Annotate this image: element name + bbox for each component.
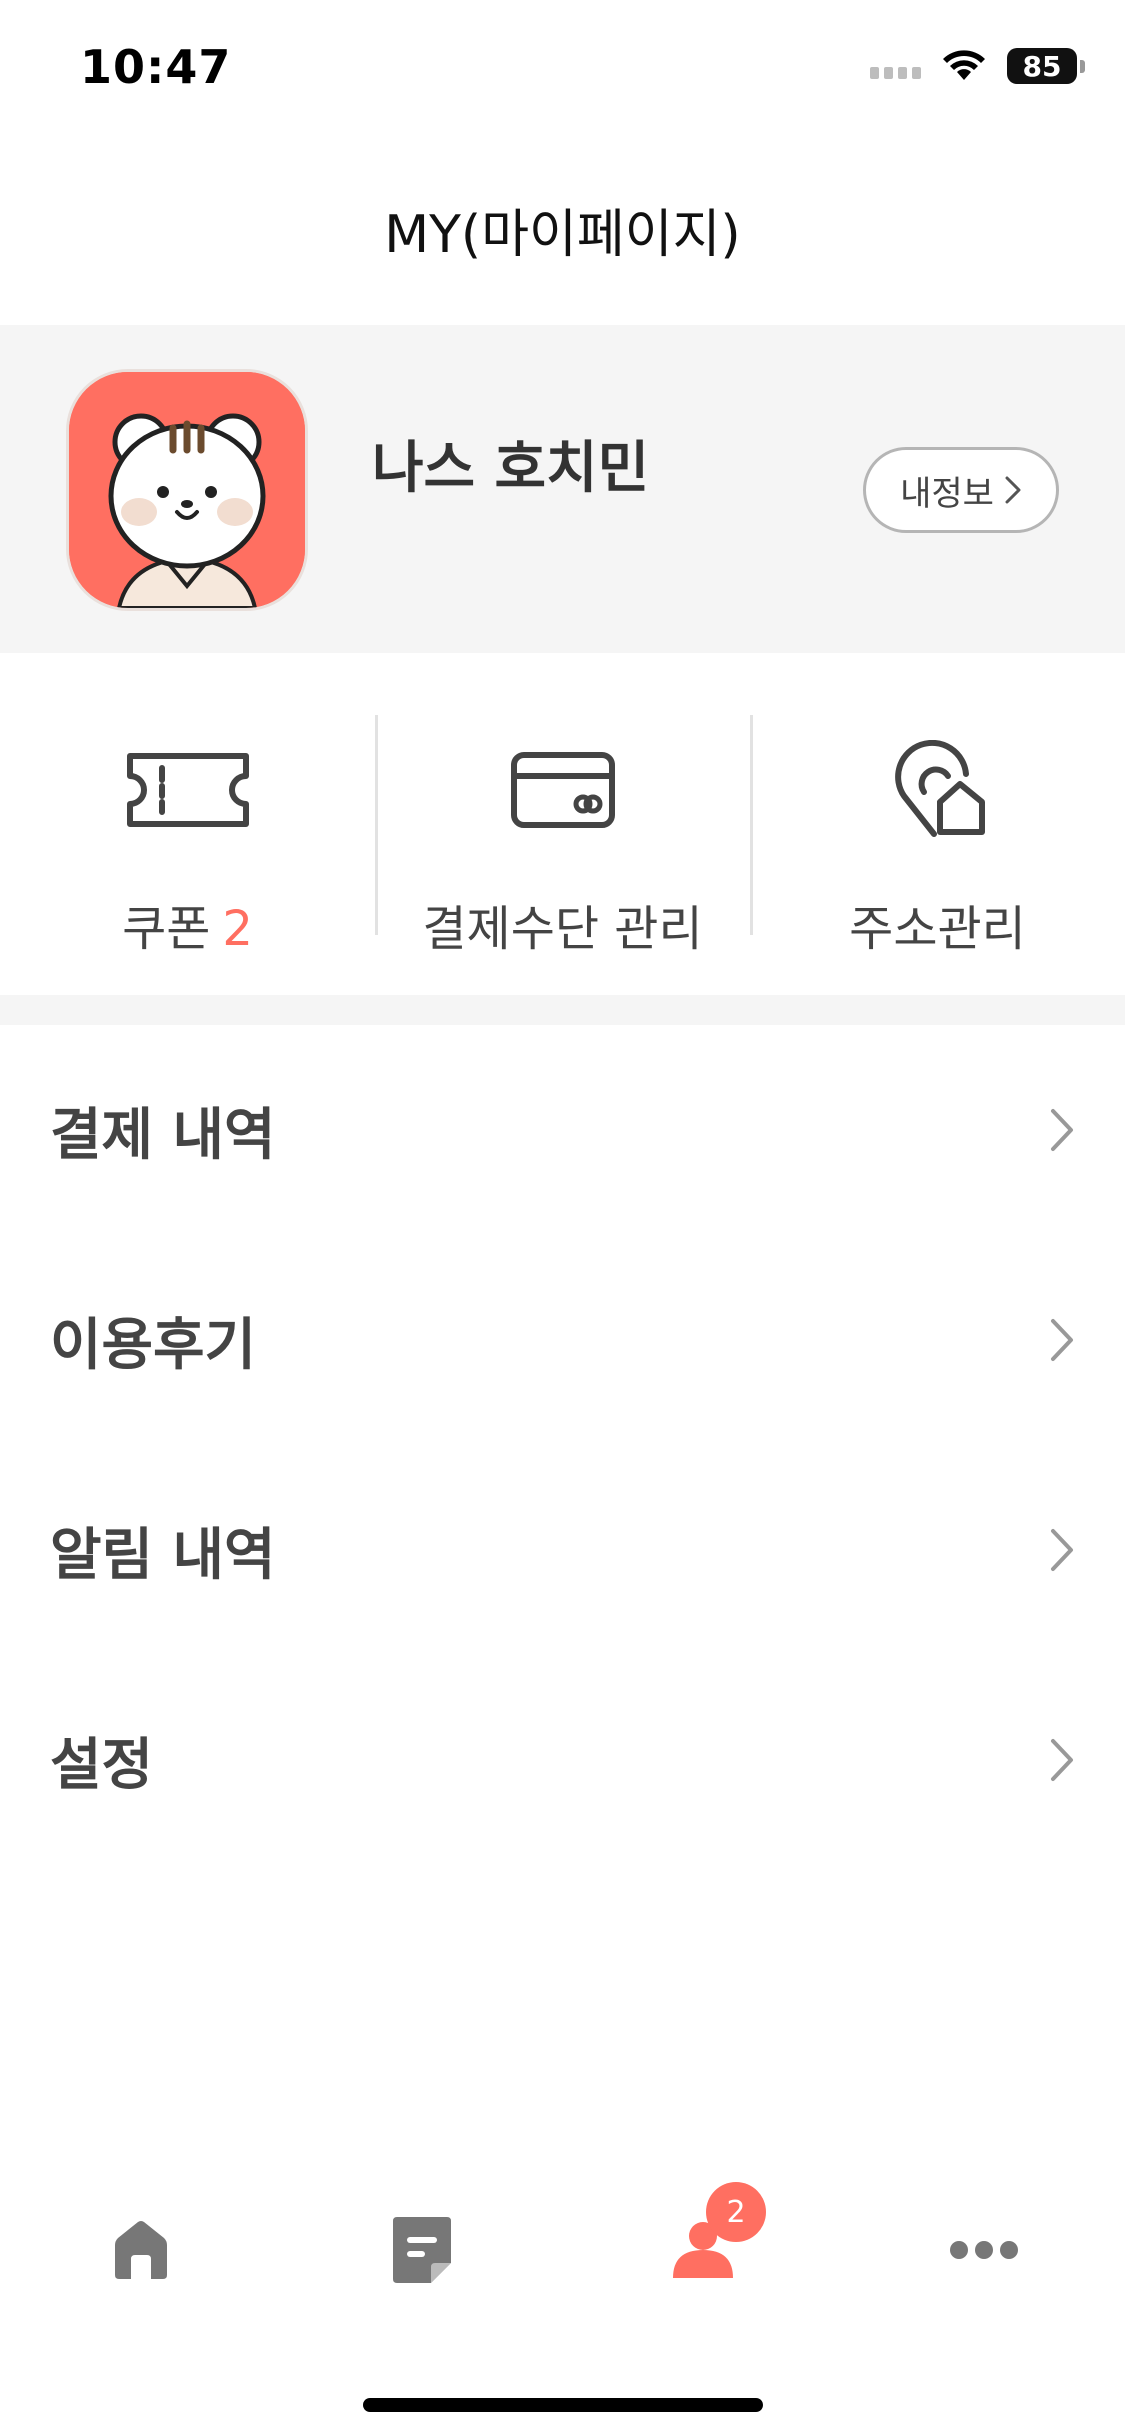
- chevron-right-icon: [1051, 1739, 1073, 1781]
- chevron-right-icon: [1051, 1319, 1073, 1361]
- location-home-icon: [888, 735, 988, 845]
- more-icon: [950, 2241, 1019, 2259]
- address-label: 주소관리: [849, 901, 1026, 957]
- menu-item-label: 이용후기: [50, 1312, 257, 1378]
- page-title: MY(마이페이지): [384, 205, 741, 265]
- note-icon: [392, 2217, 451, 2283]
- notification-badge: 2: [706, 2182, 766, 2242]
- profile-section: 나스 호치민 내정보: [0, 325, 1125, 653]
- home-icon: [114, 2221, 167, 2279]
- menu-list: 결제 내역 이용후기 알림 내역 설정: [0, 1025, 1125, 1865]
- tab-home[interactable]: [0, 2180, 281, 2320]
- my-info-button[interactable]: 내정보: [863, 447, 1059, 533]
- chevron-right-icon: [1005, 476, 1021, 504]
- tab-more[interactable]: [844, 2180, 1125, 2320]
- quick-menu: 쿠폰 2 결제수단 관리 주소관리: [0, 653, 1125, 993]
- menu-item-label: 설정: [50, 1732, 154, 1798]
- tab-notes[interactable]: [281, 2180, 562, 2320]
- menu-item-payment-history[interactable]: 결제 내역: [0, 1025, 1125, 1235]
- status-time: 10:47: [80, 40, 232, 94]
- chevron-right-icon: [1051, 1109, 1073, 1151]
- menu-item-label: 알림 내역: [50, 1522, 276, 1588]
- payment-methods-label: 결제수단 관리: [422, 901, 703, 957]
- ticket-icon: [126, 735, 250, 845]
- menu-item-settings[interactable]: 설정: [0, 1655, 1125, 1865]
- menu-item-label: 결제 내역: [50, 1102, 276, 1168]
- section-divider: [0, 995, 1125, 1025]
- quick-item-address[interactable]: 주소관리: [750, 653, 1125, 993]
- status-indicators: 85: [870, 48, 1085, 84]
- coupon-label: 쿠폰: [122, 901, 211, 957]
- tab-my[interactable]: [563, 2180, 844, 2320]
- quick-item-label: 쿠폰 2: [122, 889, 253, 959]
- menu-item-notifications[interactable]: 알림 내역: [0, 1445, 1125, 1655]
- status-bar: 10:47 85: [0, 0, 1125, 140]
- coupon-count: 2: [222, 901, 253, 957]
- home-indicator: [363, 2398, 763, 2412]
- credit-card-icon: [510, 735, 615, 845]
- wifi-icon: [943, 50, 985, 82]
- menu-item-reviews[interactable]: 이용후기: [0, 1235, 1125, 1445]
- quick-item-payment-methods[interactable]: 결제수단 관리: [375, 653, 750, 993]
- battery-level: 85: [1007, 48, 1077, 84]
- avatar[interactable]: [66, 369, 308, 611]
- tab-bar: [0, 2180, 1125, 2320]
- quick-item-coupon[interactable]: 쿠폰 2: [0, 653, 375, 993]
- bear-avatar-icon: [69, 372, 305, 608]
- my-info-label: 내정보: [900, 473, 994, 514]
- cellular-signal-icon: [870, 53, 921, 79]
- chevron-right-icon: [1051, 1529, 1073, 1571]
- profile-name: 나스 호치민: [372, 436, 650, 501]
- battery-icon: 85: [1007, 48, 1085, 84]
